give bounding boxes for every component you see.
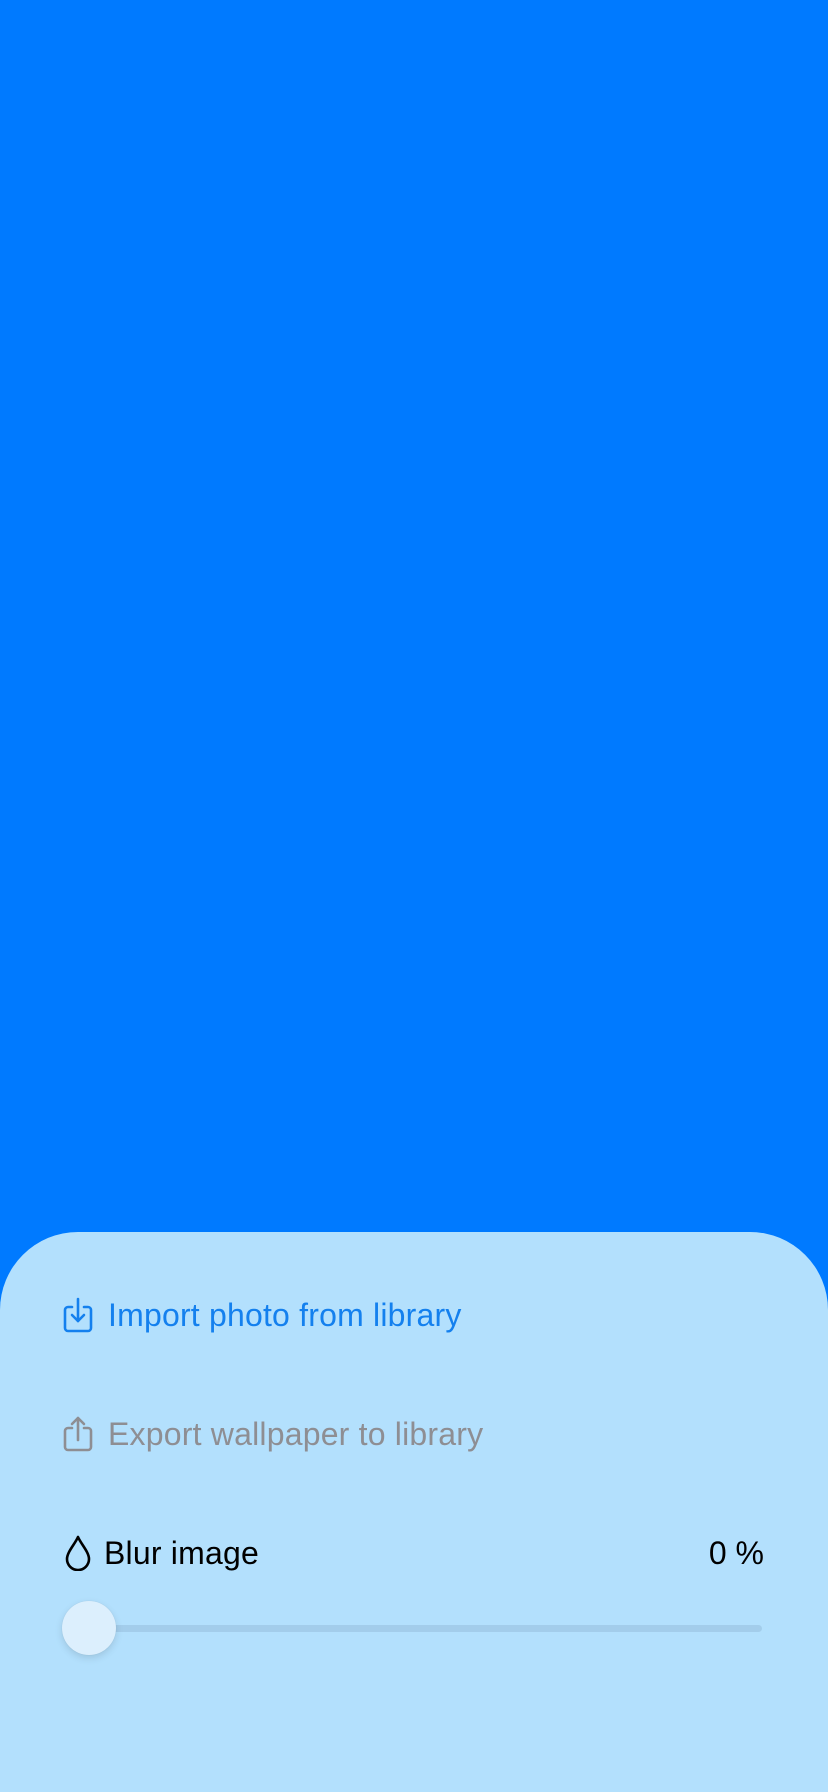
drop-icon — [62, 1534, 94, 1572]
import-photo-button[interactable]: Import photo from library — [62, 1293, 462, 1337]
blur-value-readout: 0 % — [708, 1534, 764, 1571]
blur-slider-thumb[interactable] — [62, 1601, 116, 1655]
blur-slider-track[interactable] — [62, 1625, 762, 1632]
blur-image-row: Blur image — [62, 1531, 259, 1575]
import-photo-label: Import photo from library — [108, 1296, 462, 1333]
screen: Import photo from library Export wallpap… — [0, 0, 828, 1792]
export-wallpaper-label: Export wallpaper to library — [108, 1415, 484, 1452]
export-wallpaper-button[interactable]: Export wallpaper to library — [62, 1412, 483, 1456]
blur-image-label: Blur image — [104, 1534, 259, 1571]
share-export-icon — [62, 1415, 94, 1453]
tray-download-icon — [62, 1296, 94, 1334]
wallpaper-preview — [0, 0, 828, 1232]
blur-slider[interactable] — [62, 1600, 762, 1656]
